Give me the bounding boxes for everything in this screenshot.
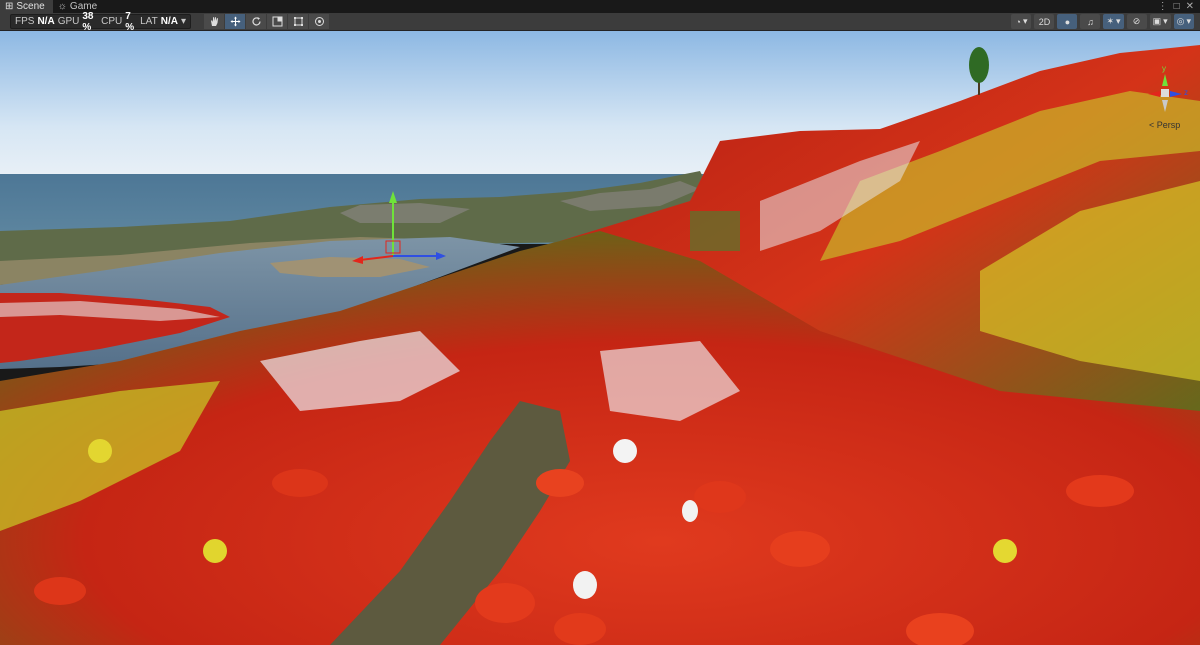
- scale-tool-button[interactable]: [267, 14, 287, 29]
- 2d-toggle-button[interactable]: 2D: [1034, 14, 1055, 29]
- scene-render[interactable]: [0, 31, 1200, 645]
- rotate-tool-button[interactable]: [246, 14, 266, 29]
- poppy-flower: [34, 577, 86, 605]
- scene-toolbar: FPS N/A GPU 38 % CPU 7 % LAT N/A ▾ ◔ ▾ 2…: [0, 11, 1200, 33]
- gizmo-center-cube[interactable]: [1161, 89, 1169, 97]
- gizmo-z-label: z: [1184, 88, 1188, 97]
- light-bulb-icon: ●: [1064, 16, 1071, 27]
- gamepad-icon: ☼: [57, 1, 67, 12]
- lighting-toggle-button[interactable]: ●: [1057, 14, 1078, 29]
- draw-mode-dropdown[interactable]: ◔ ▾: [1011, 14, 1032, 29]
- x-axis-cone[interactable]: [1148, 91, 1160, 97]
- poppy-flower: [770, 531, 830, 567]
- move-tool-button[interactable]: [225, 14, 245, 29]
- effects-dropdown[interactable]: ✶ ▾: [1103, 14, 1124, 29]
- speaker-icon: ♫: [1087, 16, 1094, 27]
- dropdown-arrow-icon: ▾: [1022, 16, 1028, 26]
- gpu-value: 38 %: [82, 10, 94, 33]
- grid-icon: ⊞: [5, 1, 14, 12]
- hand-tool-icon: [210, 17, 218, 26]
- maximize-icon[interactable]: □: [1174, 1, 1180, 12]
- scene-viewport[interactable]: y z < Persp: [0, 31, 1200, 645]
- tree: [969, 47, 989, 83]
- close-icon[interactable]: ✕: [1186, 1, 1194, 12]
- dropdown-arrow-icon: ▾: [1163, 16, 1168, 26]
- yellow-tulip: [88, 439, 112, 463]
- dropdown-arrow-icon[interactable]: ▾: [181, 16, 186, 27]
- scale-tool-icon: [272, 16, 282, 27]
- yellow-tulip: [993, 539, 1017, 563]
- poppy-flower: [694, 481, 746, 513]
- rect-tool-button[interactable]: [288, 14, 308, 29]
- z-axis-cone[interactable]: [1170, 91, 1182, 97]
- editor-tab-bar: ⊞ Scene ☼ Game ⋮ □ ✕: [0, 0, 1200, 13]
- camera-icon: ▣: [1152, 16, 1162, 26]
- move-tool-icon: [230, 16, 240, 27]
- white-tulip: [682, 500, 698, 522]
- lat-value: N/A: [160, 16, 178, 27]
- rotate-tool-icon: [251, 17, 261, 26]
- yellow-tulip: [203, 539, 227, 563]
- effects-icon: ✶: [1106, 16, 1115, 26]
- poppy-flower: [272, 469, 328, 497]
- white-tulip: [573, 571, 597, 599]
- fps-value: N/A: [37, 16, 55, 27]
- tree-trunk: [978, 81, 980, 95]
- 2d-toggle-label: 2D: [1038, 16, 1051, 27]
- gizmo-y-label: y: [1162, 64, 1166, 73]
- eye-slash-icon: ⊘: [1132, 16, 1141, 26]
- tab-scene-label: Scene: [16, 1, 45, 12]
- transform-tools: [204, 14, 329, 29]
- poppy-flower: [1066, 475, 1134, 507]
- cpu-value: 7 %: [125, 10, 135, 33]
- shading-sphere-icon: ◔: [1015, 16, 1021, 27]
- poppy-flower: [554, 613, 606, 645]
- neg-y-axis-cone[interactable]: [1162, 100, 1168, 112]
- poppy-flower: [475, 583, 535, 623]
- scene-view-options: ◔ ▾ 2D ● ♫ ✶ ▾ ⊘ ▣ ▾ ◎ ▾: [1011, 14, 1194, 29]
- audio-toggle-button[interactable]: ♫: [1080, 14, 1101, 29]
- green-bush: [690, 211, 740, 251]
- dropdown-arrow-icon: ▾: [1116, 16, 1121, 26]
- hidden-objects-button[interactable]: ⊘: [1126, 14, 1147, 29]
- tab-scene[interactable]: ⊞ Scene: [0, 0, 53, 13]
- hand-tool-button[interactable]: [204, 14, 224, 29]
- gpu-label: GPU: [57, 16, 80, 27]
- projection-label[interactable]: < Persp: [1149, 120, 1180, 130]
- gizmos-dropdown[interactable]: ◎ ▾: [1173, 14, 1194, 29]
- dropdown-arrow-icon: ▾: [1186, 16, 1191, 26]
- white-tulip: [613, 439, 637, 463]
- y-axis-cone[interactable]: [1162, 74, 1168, 86]
- camera-settings-dropdown[interactable]: ▣ ▾: [1149, 14, 1171, 29]
- poppy-flower: [536, 469, 584, 497]
- transform-tool-button[interactable]: [309, 14, 329, 29]
- cpu-label: CPU: [101, 16, 123, 27]
- lat-label: LAT: [140, 16, 158, 27]
- gizmos-globe-icon: ◎: [1176, 16, 1185, 26]
- fps-label: FPS: [15, 16, 35, 27]
- transform-tool-icon: [314, 17, 324, 26]
- rect-tool-icon: [293, 17, 303, 26]
- frame-stats-overlay[interactable]: FPS N/A GPU 38 % CPU 7 % LAT N/A ▾: [10, 11, 191, 33]
- kebab-menu-icon[interactable]: ⋮: [1158, 1, 1168, 12]
